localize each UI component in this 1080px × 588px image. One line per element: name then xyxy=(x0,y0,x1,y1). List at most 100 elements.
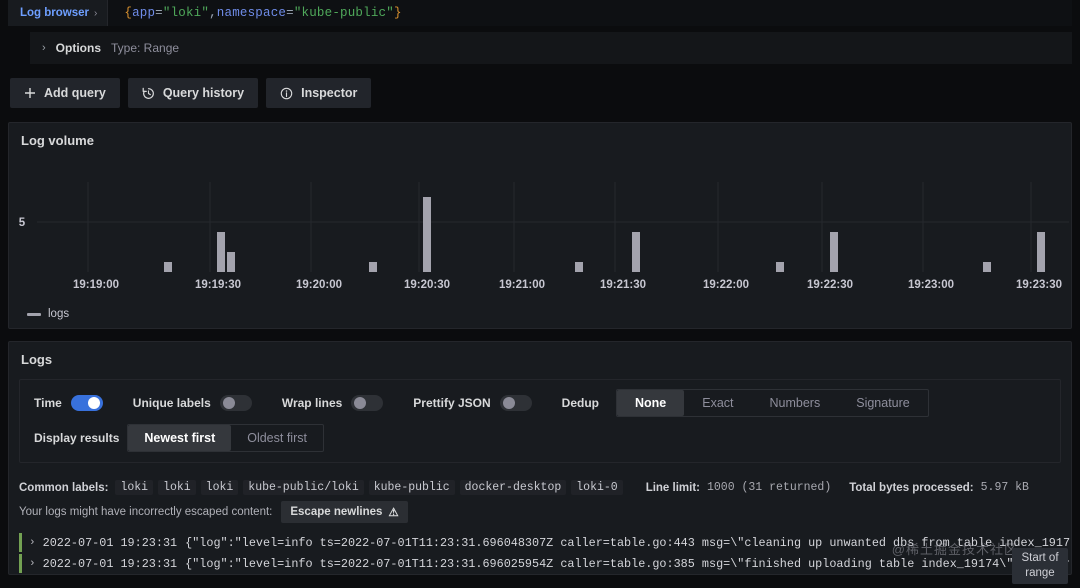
svg-text:19:23:00: 19:23:00 xyxy=(908,279,954,291)
log-level-indicator xyxy=(19,533,22,552)
log-volume-panel: Log volume 5 19:19:00 19:19:30 19:20:00 19:2… xyxy=(8,122,1072,329)
inspector-label: Inspector xyxy=(301,86,358,100)
inspector-button[interactable]: Inspector xyxy=(266,78,372,108)
toggle-prettify-json-switch[interactable] xyxy=(499,395,532,411)
options-label: Options xyxy=(55,41,101,55)
total-bytes-value: 5.97 kB xyxy=(980,481,1029,494)
escape-notice-row: Your logs might have incorrectly escaped… xyxy=(9,494,1071,523)
toggle-time[interactable]: Time xyxy=(34,395,103,411)
log-timestamp: 2022-07-01 19:23:31 xyxy=(42,556,178,571)
svg-text:19:21:00: 19:21:00 xyxy=(499,279,545,291)
info-circle-icon xyxy=(280,87,293,100)
svg-text:19:21:30: 19:21:30 xyxy=(600,279,646,291)
svg-text:19:23:30: 19:23:30 xyxy=(1016,279,1062,291)
common-label-chip[interactable]: loki xyxy=(158,480,196,495)
dedup-option-signature[interactable]: Signature xyxy=(838,390,928,416)
explore-page: Log browser › {app = "loki", namespace = "kub… xyxy=(0,0,1080,588)
svg-text:19:19:30: 19:19:30 xyxy=(195,279,241,291)
add-query-button[interactable]: Add query xyxy=(10,78,120,108)
display-order-option-oldest-first[interactable]: Oldest first xyxy=(231,425,323,451)
display-results-row: Display results Newest first Oldest first xyxy=(34,424,1048,452)
switch-knob xyxy=(87,397,100,409)
legend-label-logs: logs xyxy=(48,308,70,320)
log-volume-title: Log volume xyxy=(21,133,94,148)
history-icon xyxy=(142,87,155,100)
warning-icon: ⚠ xyxy=(388,507,399,519)
display-order-option-newest-first[interactable]: Newest first xyxy=(128,425,232,451)
log-row[interactable]: › 2022-07-01 19:23:31 {"log":"level=info t… xyxy=(9,553,1071,574)
query-expression-input[interactable]: {app = "loki", namespace = "kube-public"} xyxy=(108,0,1072,26)
plus-icon xyxy=(24,87,36,99)
query-row: Log browser › {app = "loki", namespace = "kub… xyxy=(8,0,1072,26)
label-value-app: "loki" xyxy=(162,6,210,20)
common-label-chip[interactable]: loki xyxy=(200,480,239,495)
log-row[interactable]: › 2022-07-01 19:23:31 {"log":"level=info t… xyxy=(9,532,1071,553)
options-row[interactable]: › Options Type: Range xyxy=(30,32,1072,64)
operator-eq-2: = xyxy=(286,6,294,20)
query-history-label: Query history xyxy=(162,86,245,100)
switch-knob xyxy=(354,397,367,409)
dedup-option-numbers[interactable]: Numbers xyxy=(752,390,839,416)
escape-newlines-button[interactable]: Escape newlines ⚠ xyxy=(281,501,408,523)
label-key-app: app xyxy=(132,6,156,20)
common-label-chip[interactable]: loki xyxy=(115,480,154,495)
legend-color-swatch xyxy=(27,312,41,316)
escape-notice-text: Your logs might have incorrectly escaped… xyxy=(19,506,273,518)
comma-separator: , xyxy=(209,6,217,20)
expand-row-icon[interactable]: › xyxy=(29,537,36,549)
toggle-unique-labels[interactable]: Unique labels xyxy=(133,395,252,411)
svg-text:5: 5 xyxy=(19,217,26,229)
dedup-option-exact[interactable]: Exact xyxy=(684,390,751,416)
chevron-right-icon: › xyxy=(42,42,46,54)
log-browser-button[interactable]: Log browser › xyxy=(8,0,109,26)
svg-text:19:22:00: 19:22:00 xyxy=(703,279,749,291)
log-message: {"log":"level=info ts=2022-07-01T11:23:3… xyxy=(185,556,1071,571)
common-label-chip[interactable]: loki-0 xyxy=(571,480,623,495)
log-message: {"log":"level=info ts=2022-07-01T11:23:3… xyxy=(185,535,1071,550)
logs-meta-row: Common labels: loki loki loki kube-public/l… xyxy=(9,473,1071,495)
common-label-chip[interactable]: kube-public/loki xyxy=(243,480,364,495)
common-label-chip[interactable]: kube-public xyxy=(368,480,455,495)
logs-title: Logs xyxy=(21,352,53,367)
label-key-namespace: namespace xyxy=(216,6,287,20)
total-bytes-label: Total bytes processed: xyxy=(849,481,974,494)
query-history-button[interactable]: Query history xyxy=(127,78,259,108)
display-results-label: Display results xyxy=(34,431,120,445)
log-volume-svg: 5 19:19:00 19:19:30 19:20:00 19:20:30 19:21:0… xyxy=(19,182,1069,291)
svg-text:19:20:30: 19:20:30 xyxy=(404,279,450,291)
toggle-time-switch[interactable] xyxy=(70,395,103,411)
dedup-radio-group[interactable]: None Exact Numbers Signature xyxy=(616,389,929,417)
toggle-wrap-lines-label: Wrap lines xyxy=(281,396,343,410)
logs-options-box: Time Unique labels Wrap lines Prettify J… xyxy=(19,379,1061,463)
dedup-group: Dedup None Exact Numbers Signature xyxy=(562,389,929,417)
escape-newlines-label: Escape newlines xyxy=(290,506,383,518)
common-labels-chips: loki loki loki kube-public/loki kube-public d… xyxy=(115,480,627,495)
common-label-chip[interactable]: docker-desktop xyxy=(459,480,567,495)
options-type-meta: Type: Range xyxy=(111,41,180,55)
log-volume-chart[interactable]: 5 19:19:00 19:19:30 19:20:00 19:20:30 19:21:0… xyxy=(9,154,1071,304)
chart-legend[interactable]: logs xyxy=(9,304,1071,328)
log-level-indicator xyxy=(19,554,22,573)
switch-knob xyxy=(222,397,235,409)
toggle-unique-labels-label: Unique labels xyxy=(132,396,211,410)
log-rows-list: › 2022-07-01 19:23:31 {"log":"level=info t… xyxy=(9,532,1071,574)
chevron-right-icon: › xyxy=(94,7,98,19)
expand-row-icon[interactable]: › xyxy=(29,558,36,570)
range-tooltip: Start of range xyxy=(1012,548,1068,584)
logs-panel: Logs Time Unique labels Wrap lines Prett… xyxy=(8,341,1072,575)
log-browser-label: Log browser xyxy=(20,7,90,19)
display-results-radio-group[interactable]: Newest first Oldest first xyxy=(127,424,324,452)
toggle-wrap-lines-switch[interactable] xyxy=(351,395,384,411)
brace-open: { xyxy=(124,6,133,20)
toggle-unique-labels-switch[interactable] xyxy=(219,395,252,411)
toggle-wrap-lines[interactable]: Wrap lines xyxy=(281,395,384,411)
svg-text:19:20:00: 19:20:00 xyxy=(296,279,342,291)
line-limit-value: 1000 (31 returned) xyxy=(707,481,832,494)
log-timestamp: 2022-07-01 19:23:31 xyxy=(42,535,178,550)
add-query-label: Add query xyxy=(44,86,106,100)
brace-close: } xyxy=(393,6,402,20)
dedup-option-none[interactable]: None xyxy=(617,390,685,416)
toggle-prettify-json-label: Prettify JSON xyxy=(413,396,491,410)
query-toolbar: Add query Query history Inspector xyxy=(0,64,1080,108)
toggle-prettify-json[interactable]: Prettify JSON xyxy=(413,395,532,411)
